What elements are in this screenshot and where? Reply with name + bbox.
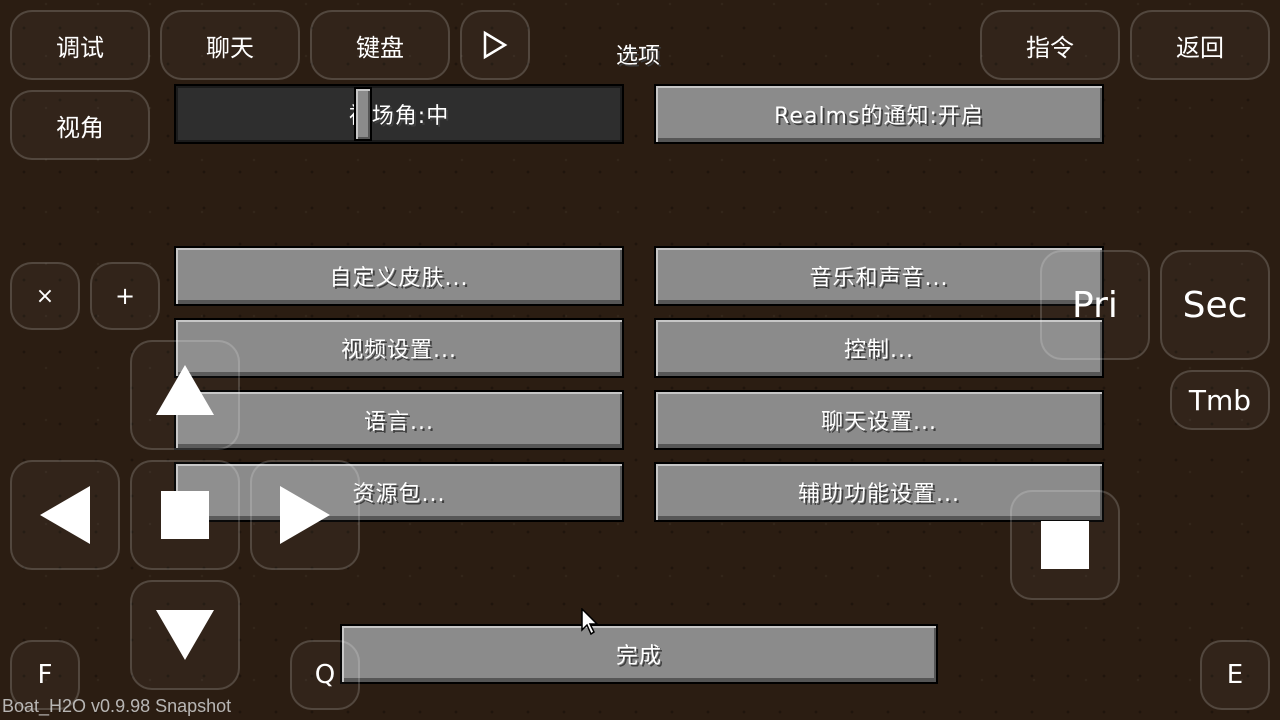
move-down-button[interactable]	[130, 580, 240, 690]
play-icon	[483, 30, 508, 60]
arrow-right-icon	[280, 486, 330, 544]
video-settings-button[interactable]: 视频设置...	[174, 318, 624, 378]
play-button[interactable]	[460, 10, 530, 80]
square-icon	[1041, 521, 1089, 569]
move-up-button[interactable]	[130, 340, 240, 450]
view-button[interactable]: 视角	[10, 90, 150, 160]
debug-button[interactable]: 调试	[10, 10, 150, 80]
version-label: Boat_H2O v0.9.98 Snapshot	[2, 696, 232, 716]
controls-button[interactable]: 控制...	[654, 318, 1104, 378]
plus-button[interactable]: +	[90, 262, 160, 330]
sneak-button[interactable]	[130, 460, 240, 570]
custom-skin-button[interactable]: 自定义皮肤...	[174, 246, 624, 306]
secondary-button[interactable]: Sec	[1160, 250, 1270, 360]
page-title: 选项	[615, 44, 660, 69]
command-button[interactable]: 指令	[980, 10, 1120, 80]
arrow-left-icon	[40, 486, 90, 544]
square-icon	[161, 491, 209, 539]
key-q-button[interactable]: Q	[290, 640, 360, 710]
mouse-cursor-icon	[581, 608, 599, 636]
language-button[interactable]: 语言...	[174, 390, 624, 450]
jump-button[interactable]	[1010, 490, 1120, 600]
fov-slider[interactable]: 视场角:中	[174, 84, 624, 144]
thumb-button[interactable]: Tmb	[1170, 370, 1270, 430]
fov-slider-knob[interactable]	[354, 87, 373, 141]
fov-slider-label: 视场角:中	[348, 104, 450, 129]
close-button[interactable]: ×	[10, 262, 80, 330]
primary-button[interactable]: Pri	[1040, 250, 1150, 360]
move-left-button[interactable]	[10, 460, 120, 570]
back-button[interactable]: 返回	[1130, 10, 1270, 80]
chat-button[interactable]: 聊天	[160, 10, 300, 80]
keyboard-button[interactable]: 键盘	[310, 10, 450, 80]
arrow-down-icon	[156, 610, 214, 660]
move-right-button[interactable]	[250, 460, 360, 570]
chat-settings-button[interactable]: 聊天设置...	[654, 390, 1104, 450]
realms-notifications-button[interactable]: Realms的通知:开启	[654, 84, 1104, 144]
done-button[interactable]: 完成	[340, 624, 938, 684]
arrow-up-icon	[156, 365, 214, 415]
key-e-button[interactable]: E	[1200, 640, 1270, 710]
music-sound-button[interactable]: 音乐和声音...	[654, 246, 1104, 306]
resource-packs-button[interactable]: 资源包...	[174, 462, 624, 522]
